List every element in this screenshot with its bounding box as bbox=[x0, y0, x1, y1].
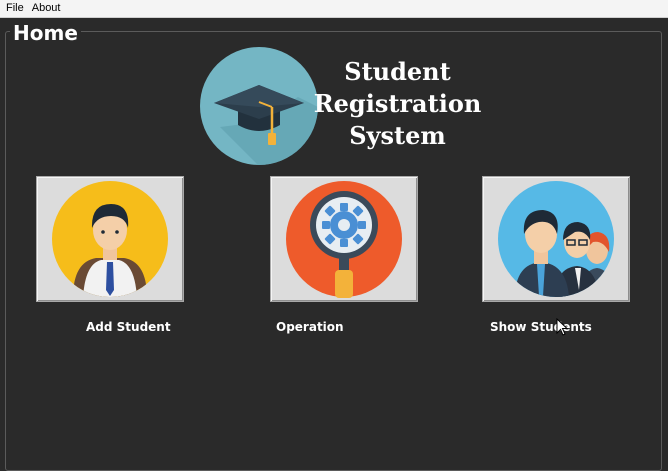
student-icon bbox=[52, 181, 168, 297]
operation-label: Operation bbox=[276, 320, 344, 334]
menu-about[interactable]: About bbox=[28, 0, 65, 17]
app-title-line-2: Registration bbox=[313, 89, 482, 118]
gear-magnifier-icon bbox=[286, 181, 402, 298]
show-students-button[interactable] bbox=[482, 176, 630, 302]
home-window: Home Student Registration System Add Stu… bbox=[0, 18, 668, 471]
graduation-cap-logo-icon bbox=[200, 47, 318, 165]
home-title: Home bbox=[10, 21, 81, 45]
show-students-label: Show Students bbox=[490, 320, 592, 334]
add-student-label: Add Student bbox=[86, 320, 171, 334]
students-group-icon bbox=[498, 181, 614, 297]
app-title-line-1: Student bbox=[344, 57, 451, 86]
add-student-button[interactable] bbox=[36, 176, 184, 302]
operation-button[interactable] bbox=[270, 176, 418, 302]
app-title: Student Registration System bbox=[310, 56, 485, 152]
menu-bar: File About bbox=[0, 0, 668, 18]
app-title-line-3: System bbox=[349, 121, 446, 150]
mouse-cursor-icon bbox=[556, 318, 568, 336]
menu-file[interactable]: File bbox=[0, 0, 28, 17]
